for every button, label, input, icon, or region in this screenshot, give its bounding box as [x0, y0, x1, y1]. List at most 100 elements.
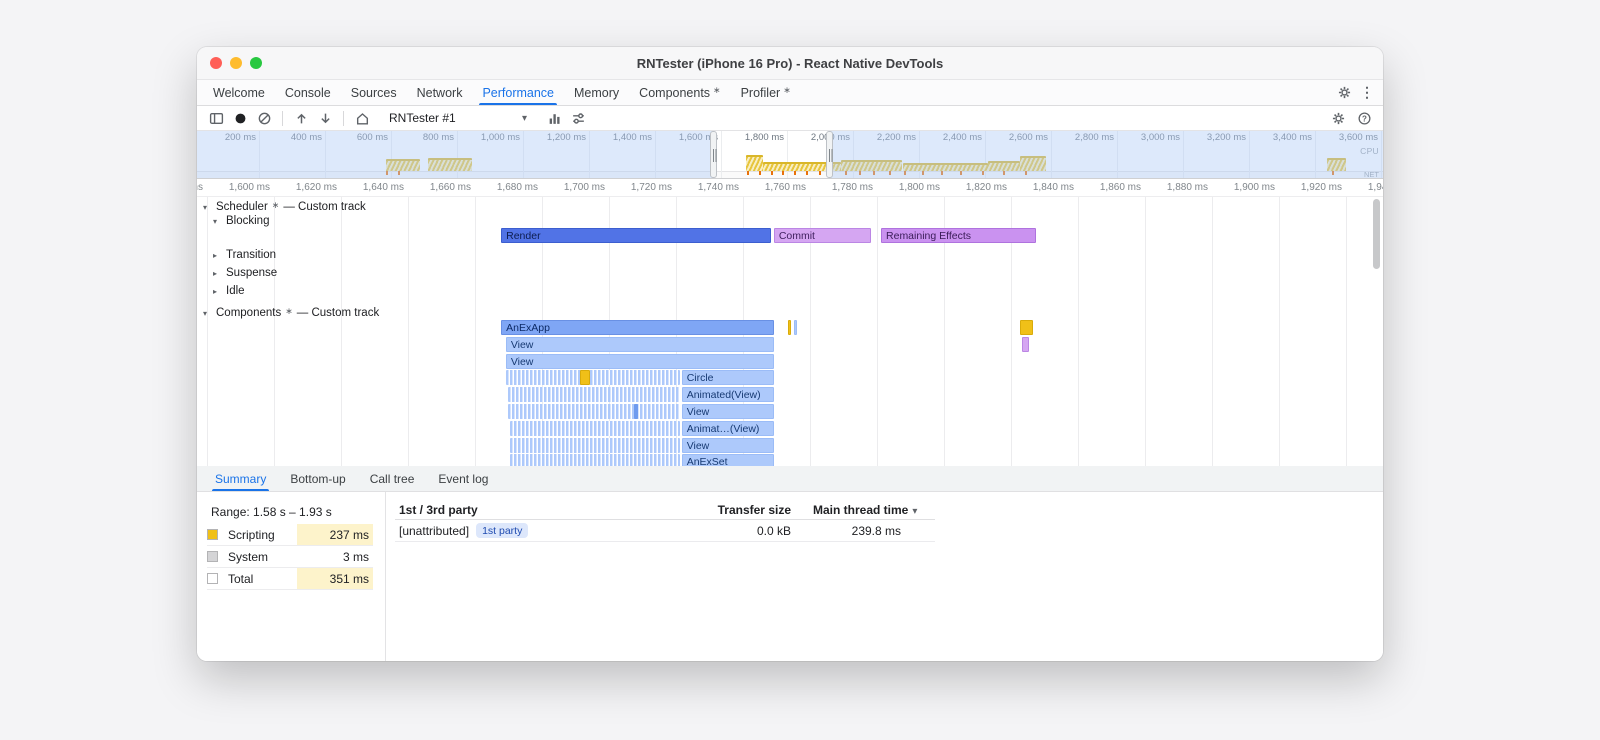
flame-mark-stripes[interactable] [507, 404, 681, 419]
ruler-tick-label: 1,800 ms [898, 182, 940, 193]
custom-panel-badge: ∗ [713, 84, 721, 95]
track-name: Components [216, 307, 282, 319]
bottom-tabbar: Summary Bottom-up Call tree Event log [197, 466, 1383, 492]
flame-mark-stripes[interactable] [505, 370, 681, 386]
help-icon[interactable]: ? [1353, 107, 1375, 129]
tab-components[interactable]: Components ∗ [629, 80, 730, 105]
clear-icon[interactable] [253, 107, 275, 129]
capture-settings-icon[interactable] [567, 107, 589, 129]
more-menu-icon[interactable]: ⋮ [1359, 84, 1375, 101]
legend-row-system: System 3 ms [207, 546, 373, 568]
timeline-marker [770, 171, 773, 175]
record-icon[interactable] [229, 107, 251, 129]
bottom-tab-call-tree[interactable]: Call tree [358, 466, 427, 491]
transfer-size-column-header[interactable]: Transfer size [645, 503, 791, 517]
flame-mark-yellow[interactable] [579, 370, 591, 386]
chevron-right-icon[interactable]: ▸ [213, 251, 222, 260]
ruler-tick-label: 1,700 ms [563, 182, 605, 193]
chart-gridline [274, 197, 275, 466]
flame-bar-render[interactable]: Render [501, 228, 771, 243]
flame-mark-light[interactable] [793, 320, 797, 335]
ruler-tick-label: 1,720 ms [630, 182, 672, 193]
vertical-scrollbar-thumb[interactable] [1373, 199, 1380, 269]
save-profile-icon[interactable] [314, 107, 336, 129]
track-header-idle[interactable]: ▸ Idle [213, 284, 245, 298]
settings-gear-icon[interactable] [1333, 82, 1355, 104]
tab-console[interactable]: Console [275, 80, 341, 105]
flame-bar-animat-view[interactable]: Animat…(View) [681, 420, 775, 436]
flame-bar-view[interactable]: View [681, 437, 775, 453]
flame-bar-remaining-effects[interactable]: Remaining Effects [881, 228, 1037, 243]
flame-bar-view[interactable]: View [505, 336, 775, 352]
flame-bar-anexapp[interactable]: AnExApp [501, 320, 775, 335]
track-header-suspense[interactable]: ▸ Suspense [213, 266, 277, 280]
flame-mark-stripes[interactable] [509, 437, 681, 453]
chevron-down-icon[interactable]: ▾ [213, 217, 222, 226]
track-header-scheduler[interactable]: ▾ Scheduler ∗ — Custom track [203, 200, 366, 214]
flame-bar-commit[interactable]: Commit [773, 228, 872, 243]
flame-mark-stripes[interactable] [509, 454, 681, 466]
main-thread-time-column-header[interactable]: Main thread time ▾ [791, 503, 935, 517]
flame-bar-animated-view[interactable]: Animated(View) [681, 387, 775, 403]
timeline-marker [747, 171, 750, 175]
tab-memory[interactable]: Memory [564, 80, 629, 105]
legend-label: System [228, 549, 269, 564]
flame-mark-stripes[interactable] [507, 387, 681, 403]
bottom-tab-summary[interactable]: Summary [203, 466, 278, 491]
legend-row-scripting: Scripting 237 ms [207, 524, 373, 546]
tab-sources[interactable]: Sources [341, 80, 407, 105]
timeline-marker [793, 171, 796, 175]
bottom-tab-bottom-up[interactable]: Bottom-up [278, 466, 357, 491]
components-stats-icon[interactable] [543, 107, 565, 129]
chevron-right-icon[interactable]: ▸ [213, 287, 222, 296]
chevron-down-icon: ▾ [521, 112, 527, 124]
tab-network[interactable]: Network [407, 80, 473, 105]
ruler-tick-label: 1,740 ms [697, 182, 739, 193]
toggle-sidebar-icon[interactable] [205, 107, 227, 129]
tab-profiler[interactable]: Profiler ∗ [731, 80, 801, 105]
track-name: Idle [226, 285, 245, 297]
range-label: Range: 1.58 s – 1.93 s [211, 505, 332, 519]
ruler-tick-label: 1,860 ms [1099, 182, 1141, 193]
flame-bar-circle[interactable]: Circle [681, 370, 775, 386]
track-header-components[interactable]: ▾ Components ∗ — Custom track [203, 306, 379, 320]
flame-mark-purple[interactable] [1022, 336, 1030, 352]
ruler-tick-label: 1,580 ms [197, 182, 203, 193]
ruler-tick-label: 1,660 ms [429, 182, 471, 193]
flame-mark-yellow[interactable] [1020, 320, 1034, 335]
party-column-header[interactable]: 1st / 3rd party [395, 503, 645, 517]
timeline-marker [818, 171, 821, 175]
flame-bar-view[interactable]: View [505, 353, 775, 369]
bottom-tab-event-log[interactable]: Event log [426, 466, 500, 491]
track-header-transition[interactable]: ▸ Transition [213, 248, 276, 262]
selection-handle-right[interactable] [826, 131, 834, 178]
selection-handle-left[interactable] [710, 131, 718, 178]
timeline-overview[interactable]: CPU NET 200 ms 400 ms 600 ms 800 ms 1,000 ms… [197, 131, 1383, 179]
overview-curtain-right [829, 131, 1383, 178]
party-table-row[interactable]: [unattributed] 1st party 0.0 kB 239.8 ms [395, 520, 935, 542]
devtools-tabbar: Welcome Console Sources Network Performance M… [197, 80, 1383, 106]
flame-bar-view[interactable]: View [681, 404, 775, 419]
tab-performance[interactable]: Performance [472, 80, 564, 105]
flame-bar-anexset[interactable]: AnExSet [681, 454, 775, 466]
flame-bar-label: AnExApp [506, 322, 550, 334]
flame-mark-stripes[interactable] [509, 420, 681, 436]
flame-mark-yellow[interactable] [787, 320, 791, 335]
live-metrics-icon[interactable] [351, 107, 373, 129]
chevron-right-icon[interactable]: ▸ [213, 269, 222, 278]
load-profile-icon[interactable] [290, 107, 312, 129]
summary-legend: Scripting 237 ms System 3 ms Total 351 ms [207, 524, 373, 590]
legend-value: 237 ms [297, 524, 373, 545]
flame-mark-midstripe[interactable] [633, 404, 638, 419]
track-header-blocking[interactable]: ▾ Blocking [213, 214, 269, 228]
chevron-down-icon[interactable]: ▾ [203, 309, 212, 318]
flame-bar-label: Remaining Effects [886, 230, 972, 242]
chart-gridline [1346, 197, 1347, 466]
tab-welcome[interactable]: Welcome [203, 80, 275, 105]
track-name: Transition [226, 249, 277, 261]
target-select-dropdown[interactable]: RNTester #1 ▾ [383, 109, 533, 128]
first-party-badge: 1st party [476, 523, 529, 538]
chevron-down-icon[interactable]: ▾ [203, 203, 212, 212]
tracks-canvas[interactable]: ▾ Scheduler ∗ — Custom track ▾ Blocking Render… [197, 197, 1383, 466]
settings-gear-icon[interactable] [1327, 107, 1349, 129]
